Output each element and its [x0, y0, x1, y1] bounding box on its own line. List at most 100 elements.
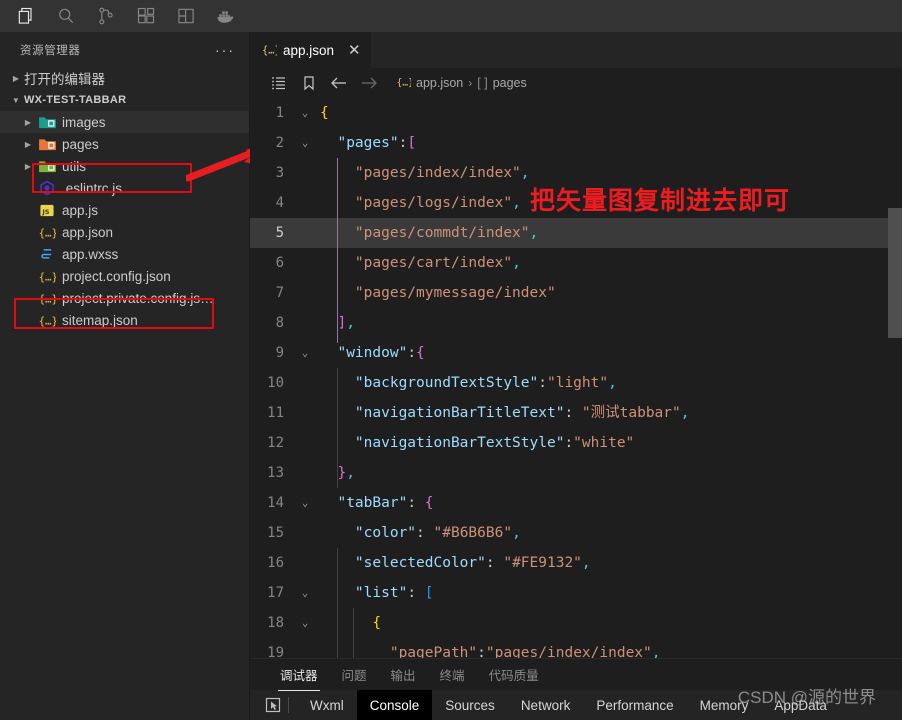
- code-line[interactable]: 1 ⌄{: [250, 98, 902, 128]
- code-line[interactable]: 12 "navigationBarTextStyle":"white": [250, 428, 902, 458]
- code-token: ,: [608, 375, 617, 391]
- code-line[interactable]: 18 ⌄ {: [250, 608, 902, 638]
- sidebar-item-project-root[interactable]: ▼ WX-TEST-TABBAR: [0, 89, 249, 111]
- code-token: :: [564, 435, 574, 451]
- code-line[interactable]: 8 ],: [250, 308, 902, 338]
- tree-item-project-private-config-js-[interactable]: {…} project.private.config.js…: [0, 287, 249, 309]
- code-line[interactable]: 7 "pages/mymessage/index": [250, 278, 902, 308]
- code-line[interactable]: 6 "pages/cart/index",: [250, 248, 902, 278]
- code-line[interactable]: 13 },: [250, 458, 902, 488]
- code-token: ,: [520, 165, 530, 181]
- chevron-right-icon[interactable]: ▶: [20, 118, 36, 127]
- code-line[interactable]: 10 "backgroundTextStyle":"light",: [250, 368, 902, 398]
- code-token: "pages/cart/index": [354, 255, 513, 271]
- explorer-header: 资源管理器 ···: [0, 32, 249, 67]
- remote-explorer-icon[interactable]: [166, 0, 206, 32]
- code-line[interactable]: 14 ⌄ "tabBar": {: [250, 488, 902, 518]
- tree-item-project-config-json[interactable]: {…} project.config.json: [0, 265, 249, 287]
- source-control-icon[interactable]: [86, 0, 126, 32]
- line-number: 15: [267, 525, 284, 541]
- code-line[interactable]: 4 "pages/logs/index",: [250, 188, 902, 218]
- panel-tab-3[interactable]: 终端: [428, 659, 477, 691]
- fold-chevron-icon[interactable]: ⌄: [294, 128, 316, 158]
- code-line[interactable]: 5 "pages/commdt/index",: [250, 218, 902, 248]
- tree-item-app-js[interactable]: JS app.js: [0, 199, 249, 221]
- chevron-right-icon[interactable]: ▶: [20, 140, 36, 149]
- code-text: "backgroundTextStyle":"light",: [316, 368, 617, 398]
- devtools-tab-performance[interactable]: Performance: [583, 690, 686, 720]
- code-line[interactable]: 15 "color": "#B6B6B6",: [250, 518, 902, 548]
- tree-item-label: pages: [62, 136, 99, 152]
- panel-tabs: 调试器 问题 输出 终端 代码质量: [250, 658, 902, 691]
- code-token: "pages/mymessage/index": [354, 285, 556, 301]
- outline-list-icon[interactable]: [264, 75, 294, 91]
- fold-chevron-icon[interactable]: ⌄: [294, 608, 316, 638]
- code-token: ,: [512, 525, 521, 541]
- close-icon[interactable]: ✕: [348, 43, 361, 58]
- code-token: :: [538, 375, 547, 391]
- panel-tab-4[interactable]: 代码质量: [477, 659, 551, 691]
- devtools-tab-memory[interactable]: Memory: [687, 690, 762, 720]
- navigate-back-icon[interactable]: [324, 76, 354, 90]
- overview-ruler[interactable]: [888, 98, 902, 658]
- folder-icon: [36, 159, 58, 174]
- tree-item-utils[interactable]: ▶ utils: [0, 155, 249, 177]
- breadcrumb-node[interactable]: [ ] pages: [477, 76, 526, 90]
- code-line[interactable]: 2 ⌄ "pages":[: [250, 128, 902, 158]
- code-line[interactable]: 11 "navigationBarTitleText": "测试tabbar",: [250, 398, 902, 428]
- fold-chevron-icon[interactable]: ⌄: [294, 488, 316, 518]
- code-line[interactable]: 16 "selectedColor": "#FE9132",: [250, 548, 902, 578]
- code-line[interactable]: 19 "pagePath":"pages/index/index",: [250, 638, 902, 658]
- tree-item-sitemap-json[interactable]: {…} sitemap.json: [0, 309, 249, 331]
- devtools-tab-wxml[interactable]: Wxml: [297, 690, 357, 720]
- code-editor[interactable]: 1 ⌄{2 ⌄ "pages":[3 "pages/index/index", 4 "…: [250, 98, 902, 658]
- tab-label: app.json: [283, 43, 335, 58]
- tab-app-json[interactable]: {…} app.json ✕: [250, 32, 371, 68]
- indent-guide: [337, 548, 338, 658]
- code-token: "selectedColor": [354, 555, 486, 571]
- eslint-file-icon: [36, 180, 58, 196]
- indent-guide: [353, 608, 354, 658]
- fold-chevron-icon[interactable]: ⌄: [294, 578, 316, 608]
- devtools-tab-appdata[interactable]: AppData: [761, 690, 840, 720]
- code-line[interactable]: 9 ⌄ "window":{: [250, 338, 902, 368]
- search-icon[interactable]: [46, 0, 86, 32]
- extensions-icon[interactable]: [126, 0, 166, 32]
- code-text: "tabBar": {: [316, 488, 433, 518]
- panel-tab-2[interactable]: 输出: [379, 659, 428, 691]
- tree-item-app-json[interactable]: {…} app.json: [0, 221, 249, 243]
- tree-item--eslintrc-js[interactable]: .eslintrc.js: [0, 177, 249, 199]
- tree-item-pages[interactable]: ▶ pages: [0, 133, 249, 155]
- code-line[interactable]: 17 ⌄ "list": [: [250, 578, 902, 608]
- docker-icon[interactable]: [206, 0, 246, 32]
- devtools-tab-sources[interactable]: Sources: [432, 690, 508, 720]
- bookmark-icon[interactable]: [294, 75, 324, 91]
- inspect-element-icon[interactable]: [260, 697, 286, 713]
- json-file-icon: {…}: [396, 75, 414, 92]
- breadcrumb-file[interactable]: {…} app.json: [396, 75, 464, 92]
- explorer-icon[interactable]: [6, 0, 46, 32]
- code-line[interactable]: 3 "pages/index/index",: [250, 158, 902, 188]
- code-token: ,: [651, 645, 661, 658]
- tree-item-app-wxss[interactable]: app.wxss: [0, 243, 249, 265]
- scrollbar-thumb[interactable]: [888, 208, 902, 338]
- line-number: 18: [267, 615, 284, 631]
- panel-tab-1[interactable]: 问题: [330, 659, 379, 691]
- explorer-more-actions[interactable]: ···: [215, 43, 235, 57]
- devtools-tab-network[interactable]: Network: [508, 690, 584, 720]
- code-token: :: [416, 525, 434, 541]
- code-token: :: [485, 555, 504, 571]
- code-token: "window": [337, 345, 408, 361]
- code-token: "测试tabbar": [581, 405, 681, 421]
- chevron-right-icon[interactable]: ▶: [20, 162, 36, 171]
- navigate-forward-icon[interactable]: [354, 76, 384, 90]
- sidebar-item-open-editors[interactable]: ▶ 打开的编辑器: [0, 67, 249, 89]
- panel-tab-0[interactable]: 调试器: [268, 659, 330, 691]
- fold-chevron-icon[interactable]: ⌄: [294, 98, 316, 128]
- code-text: "selectedColor": "#FE9132",: [316, 548, 591, 578]
- tree-item-images[interactable]: ▶ images: [0, 111, 249, 133]
- fold-chevron-icon[interactable]: ⌄: [294, 338, 316, 368]
- code-token: "pagePath": [389, 645, 478, 658]
- devtools-tab-console[interactable]: Console: [356, 690, 433, 720]
